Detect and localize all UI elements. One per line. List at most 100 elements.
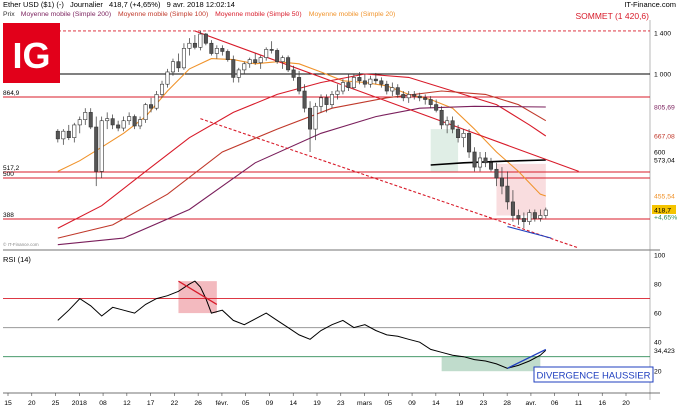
x-tick-label-19: 19 — [456, 400, 464, 407]
x-tick-label-16: 05 — [385, 400, 393, 407]
right-axis-label-6: 455,54 — [654, 194, 675, 201]
x-tick-label-1: 20 — [28, 400, 36, 407]
candle-body-61 — [390, 87, 395, 92]
candle-body-51 — [335, 90, 340, 95]
x-tick-label-14: 23 — [337, 400, 345, 407]
candle-body-22 — [176, 61, 181, 69]
candle-body-46 — [308, 107, 313, 130]
candle-body-84 — [516, 215, 521, 219]
candle-body-31 — [225, 51, 230, 60]
candle-body-1 — [61, 130, 66, 140]
x-tick-label-5: 12 — [123, 400, 131, 407]
x-tick-label-24: 11 — [575, 400, 582, 407]
candle-body-73 — [456, 128, 461, 138]
candle-body-75 — [467, 132, 472, 153]
candle-body-8 — [99, 120, 104, 172]
candle-body-79 — [488, 162, 493, 170]
candle-body-76 — [472, 151, 477, 168]
candle-body-88 — [538, 215, 543, 219]
candle-body-17 — [149, 104, 154, 109]
candle-body-18 — [154, 94, 159, 109]
watermark: © IT-Finance.com — [3, 241, 39, 247]
x-tick-label-20: 23 — [480, 400, 488, 407]
sommet-label: SOMMET (1 420,6) — [575, 11, 649, 21]
candle-body-32 — [231, 59, 236, 78]
right-axis-label-7: 418,7 — [654, 208, 671, 215]
x-tick-label-4: 08 — [99, 400, 107, 407]
candle-body-29 — [214, 48, 219, 54]
date-time: 9 avr. 2018 12:02:14 — [167, 0, 235, 9]
candle-body-19 — [160, 83, 165, 95]
candle-body-80 — [494, 168, 499, 179]
x-tick-label-0: 15 — [4, 400, 12, 407]
candle-body-58 — [373, 78, 378, 82]
last-value: 418,7 (+4,65%) — [109, 0, 161, 9]
candle-body-12 — [121, 120, 126, 129]
candle-body-69 — [434, 104, 439, 111]
candle-body-5 — [83, 112, 88, 120]
candle-body-27 — [203, 33, 208, 44]
candle-body-33 — [236, 69, 241, 78]
x-tick-label-3: 2018 — [72, 400, 87, 407]
x-tick-label-22: avr. — [525, 400, 536, 407]
x-tick-label-26: 20 — [622, 400, 630, 407]
rsi-axis-label-4: 34,423 — [654, 348, 675, 355]
candle-body-81 — [499, 177, 504, 187]
candle-body-68 — [428, 99, 433, 105]
legend-item-1: Moyenne mobile (Simple 200) — [21, 11, 111, 18]
x-tick-label-12: 14 — [289, 400, 297, 407]
candle-body-0 — [55, 130, 60, 140]
candle-body-86 — [527, 212, 532, 222]
candle-body-16 — [143, 104, 148, 120]
period-label: Journalier — [70, 0, 103, 9]
x-tick-label-2: 25 — [52, 400, 60, 407]
candle-body-70 — [439, 109, 444, 126]
chart-canvas: Ether USD ($1) (-) Journalier 418,7 (+4,… — [0, 0, 680, 409]
x-tick-label-11: 09 — [266, 400, 274, 407]
right-axis-label-3: 667,08 — [654, 134, 675, 141]
divergence-label: DIVERGENCE HAUSSIER — [536, 371, 650, 382]
chart-header-title: Ether USD ($1) (-) Journalier 418,7 (+4,… — [3, 0, 235, 9]
candle-body-36 — [253, 59, 258, 64]
candle-body-6 — [88, 112, 93, 128]
x-tick-label-7: 22 — [171, 400, 179, 407]
x-tick-label-13: 19 — [313, 400, 321, 407]
candle-body-57 — [368, 78, 373, 85]
candle-body-53 — [346, 82, 351, 88]
candle-body-11 — [116, 124, 121, 129]
candle-body-15 — [138, 119, 143, 127]
legend-item-2: Moyenne mobile (Simple 100) — [118, 11, 208, 18]
candle-body-38 — [264, 49, 269, 58]
candle-body-72 — [450, 120, 455, 130]
rsi-axis-label-3: 40 — [654, 340, 662, 347]
candle-body-25 — [192, 42, 197, 48]
candle-body-56 — [362, 80, 367, 85]
x-tick-label-15: mars — [357, 400, 373, 407]
candle-body-34 — [242, 63, 247, 71]
candle-body-63 — [401, 94, 406, 99]
candle-body-28 — [209, 42, 214, 54]
x-tick-label-25: 16 — [598, 400, 606, 407]
candle-body-23 — [181, 48, 186, 69]
candle-body-55 — [357, 77, 362, 82]
logo-text: IG — [12, 35, 50, 76]
rsi-shaded-zone-0 — [178, 281, 217, 314]
background — [0, 0, 680, 409]
x-tick-label-10: 05 — [242, 400, 250, 407]
rsi-axis-label-5: 20 — [654, 369, 662, 376]
right-axis-label-0: 1 400 — [654, 31, 671, 38]
right-axis-label-1: 1 000 — [654, 72, 671, 79]
candle-body-3 — [72, 124, 77, 138]
candle-body-37 — [258, 57, 263, 64]
x-tick-label-9: févr. — [216, 400, 229, 407]
candle-body-74 — [461, 132, 466, 138]
right-axis-label-2: 805,69 — [654, 105, 675, 112]
candle-body-21 — [170, 61, 175, 73]
x-tick-label-6: 17 — [147, 400, 155, 407]
candle-body-14 — [132, 116, 137, 127]
candle-body-62 — [395, 87, 400, 95]
right-axis-label-4: 600 — [654, 150, 666, 157]
candle-body-78 — [483, 157, 488, 164]
ig-logo: IG — [3, 23, 60, 83]
candle-body-59 — [379, 80, 384, 85]
